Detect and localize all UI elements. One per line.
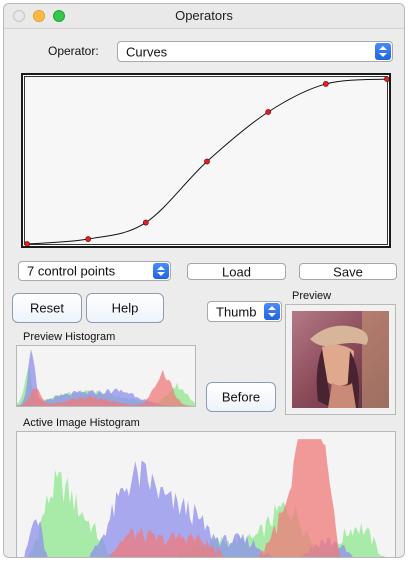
operator-label: Operator: — [48, 44, 99, 58]
preview-label: Preview — [292, 290, 332, 302]
control-points-select-value: 7 control points — [27, 263, 116, 279]
title-bar[interactable]: Operators — [4, 4, 404, 29]
active-image-histogram-chart — [24, 439, 385, 557]
reset-button-label: Reset — [30, 300, 64, 316]
control-points-select-arrows-icon — [153, 263, 169, 279]
before-button-label: Before — [221, 389, 261, 405]
preview-frame — [285, 304, 396, 415]
curve-control-point-2[interactable] — [85, 236, 92, 242]
thumb-select[interactable]: Thumb — [207, 301, 282, 322]
before-button[interactable]: Before — [206, 382, 276, 412]
reset-button[interactable]: Reset — [12, 293, 82, 323]
curve-control-point-3[interactable] — [142, 219, 149, 226]
operator-select[interactable]: Curves — [117, 41, 393, 62]
curve-control-point-6[interactable] — [322, 81, 329, 87]
window-title: Operators — [175, 8, 233, 23]
preview-histogram-chart — [17, 349, 195, 406]
curve-control-point-7[interactable] — [384, 77, 389, 82]
curve-control-point-5[interactable] — [265, 109, 272, 115]
curve-control-point-4[interactable] — [204, 158, 210, 165]
curve-control-point-1[interactable] — [25, 241, 30, 246]
control-points-select[interactable]: 7 control points — [18, 261, 171, 281]
help-button[interactable]: Help — [86, 293, 164, 323]
curve-editor[interactable] — [21, 73, 391, 248]
active-image-histogram — [16, 431, 396, 557]
preview-histogram-red-channel — [17, 369, 195, 406]
help-button-label: Help — [111, 300, 139, 316]
load-button-label: Load — [222, 264, 251, 279]
operators-window: Operators Operator: Curves 7 control poi… — [3, 3, 405, 558]
operator-select-value: Curves — [126, 44, 168, 59]
load-button[interactable]: Load — [187, 263, 286, 280]
operator-select-arrows-icon — [375, 43, 391, 60]
preview-image — [292, 311, 389, 408]
active-histogram-label: Active Image Histogram — [23, 417, 140, 429]
thumb-select-value: Thumb — [216, 304, 257, 319]
preview-histogram-label: Preview Histogram — [23, 331, 116, 343]
preview-histogram — [16, 345, 196, 407]
save-button[interactable]: Save — [299, 263, 397, 280]
save-button-label: Save — [333, 264, 363, 279]
curve-canvas[interactable] — [25, 77, 389, 246]
thumb-select-arrows-icon — [264, 303, 280, 320]
